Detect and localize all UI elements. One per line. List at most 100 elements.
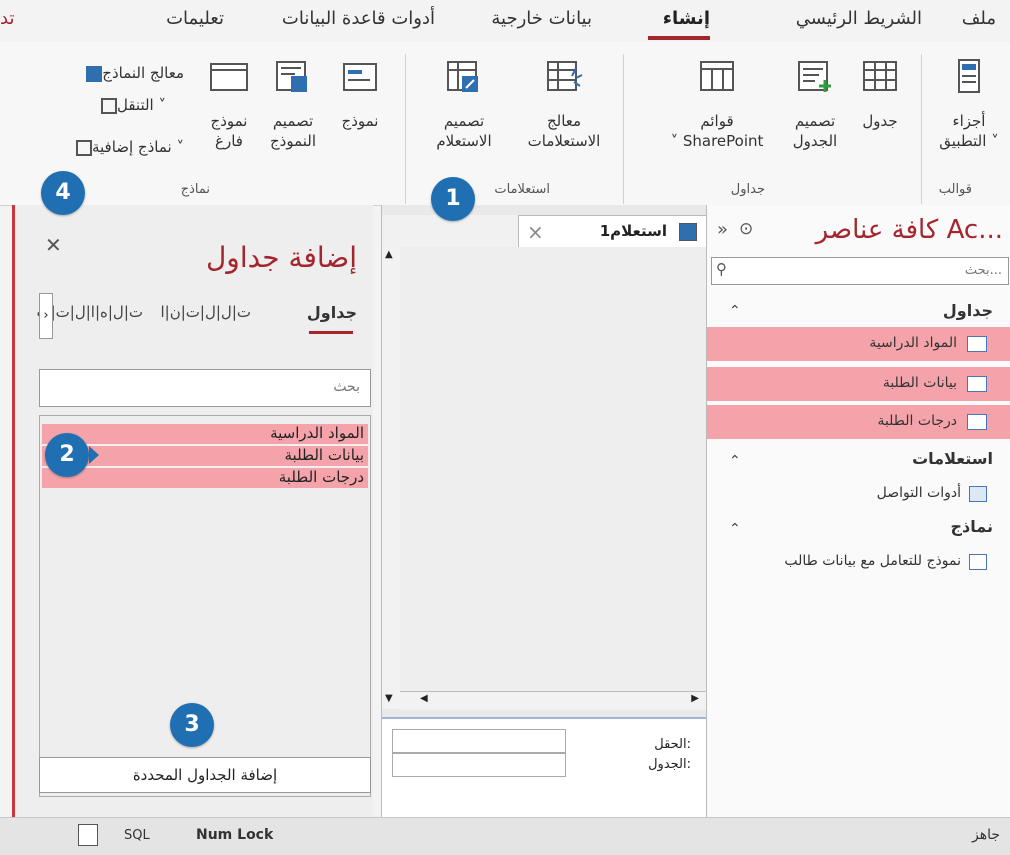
tab-database-tools[interactable]: أدوات قاعدة البيانات <box>282 8 435 29</box>
group-separator <box>405 54 406 204</box>
more-forms-label: نماذج إضافية ˅ <box>91 138 184 156</box>
query-wizard-icon <box>547 61 583 91</box>
form-icon <box>969 554 987 570</box>
collapse-pane-icon[interactable]: » <box>717 219 728 240</box>
tab-create[interactable]: إنشاء <box>663 8 710 29</box>
form-wizard-button[interactable]: معالج النماذج <box>82 64 184 82</box>
tables-section-header[interactable]: جداول <box>943 301 993 320</box>
status-ready: جاهز <box>971 827 1000 843</box>
nav-search-input[interactable]: ⚲ بحث... <box>711 257 1009 285</box>
status-num-lock: Num Lock <box>196 827 274 843</box>
grid-table-cell[interactable] <box>392 753 566 777</box>
query-wizard-label-2: الاستعلامات <box>527 132 601 150</box>
table-row-label: الجدول: <box>648 757 691 772</box>
nav-table-item[interactable]: المواد الدراسية <box>707 327 1010 361</box>
nav-item-label: المواد الدراسية <box>869 335 957 351</box>
status-bar: جاهز Num Lock SQL <box>0 817 1010 855</box>
collapse-forms-icon[interactable]: ⌃ <box>729 521 741 537</box>
search-icon: ⚲ <box>716 260 727 278</box>
query-icon <box>679 223 697 241</box>
form-button[interactable]: نموذج <box>328 56 392 131</box>
tabs-scroll-arrow[interactable]: › <box>39 293 53 339</box>
sharepoint-label-2: ˅ SharePoint <box>670 132 764 150</box>
callout-badge-2: 2 <box>45 433 99 477</box>
list-item[interactable]: المواد الدراسية <box>42 424 368 444</box>
sharepoint-label: قوائم <box>700 112 734 130</box>
table-label: جدول <box>862 112 898 130</box>
list-item[interactable]: درجات الطلبة <box>42 468 368 488</box>
callout-badge-1: 1 <box>431 177 475 221</box>
grid-field-cell[interactable] <box>392 729 566 753</box>
queries-section-header[interactable]: استعلامات <box>912 449 993 468</box>
horizontal-scrollbar[interactable]: ◀ ▶ <box>400 691 707 710</box>
pane-menu-icon[interactable]: ⊙ <box>739 219 753 239</box>
design-view-icon[interactable] <box>78 824 98 846</box>
group-separator <box>623 54 624 204</box>
nav-form-item[interactable]: نموذج للتعامل مع بيانات طالب <box>707 545 997 579</box>
blank-form-label-2: فارغ <box>215 132 243 150</box>
nav-table-item[interactable]: درجات الطلبة <box>707 405 1010 439</box>
tab-help[interactable]: تعليمات <box>166 8 224 29</box>
application-parts-icon <box>958 59 980 93</box>
blank-form-button[interactable]: نموذج فارغ <box>200 56 258 151</box>
form-design-button[interactable]: تصميم النموذج <box>260 56 326 151</box>
tab-file[interactable]: ملف <box>962 8 996 29</box>
tab-tables[interactable]: جداول <box>307 303 357 322</box>
add-selected-tables-button[interactable]: إضافة الجداول المحددة <box>39 757 371 793</box>
tab-tables-underline <box>309 331 353 334</box>
nav-item-label: درجات الطلبة <box>877 413 957 429</box>
query-design-button[interactable]: تصميم الاستعلام <box>418 56 510 151</box>
query-design-icon <box>447 61 478 92</box>
query-canvas[interactable] <box>400 247 707 691</box>
query-wizard-button[interactable]: معالج الاستعلامات <box>514 56 614 151</box>
close-tab-icon[interactable]: × <box>527 220 544 244</box>
query-icon <box>969 486 987 502</box>
tables-search-input[interactable]: بحث <box>39 369 371 407</box>
vertical-scrollbar[interactable]: ▲ ▼ <box>382 247 401 709</box>
forms-section-header[interactable]: نماذج <box>951 517 993 536</box>
menu-bar: ملف الشريط الرئيسي إنشاء بيانات خارجية أ… <box>0 0 1010 42</box>
navigation-button[interactable]: التنقل ˅ <box>97 96 166 114</box>
scroll-left-arrow[interactable]: ◀ <box>420 693 428 704</box>
collapse-queries-icon[interactable]: ⌃ <box>729 453 741 469</box>
scroll-up-arrow[interactable]: ▲ <box>385 249 393 260</box>
table-icon <box>967 336 987 352</box>
more-forms-button[interactable]: نماذج إضافية ˅ <box>72 138 184 156</box>
more-forms-icon <box>75 139 92 156</box>
nav-item-label: أدوات التواصل <box>876 485 961 501</box>
group-separator <box>921 54 922 204</box>
nav-query-item[interactable]: أدوات التواصل <box>707 477 997 511</box>
search-placeholder: بحث <box>333 379 360 395</box>
table-button[interactable]: جدول <box>850 56 910 131</box>
table-icon <box>967 376 987 392</box>
list-item-label: درجات الطلبة <box>278 468 364 486</box>
table-design-label: تصميم <box>794 112 836 130</box>
close-icon[interactable]: ✕ <box>45 233 62 257</box>
table-design-button[interactable]: تصميم الجدول <box>780 56 850 151</box>
document-tabs: × استعلام1 <box>382 215 708 248</box>
nav-table-item[interactable]: بيانات الطلبة <box>707 367 1010 401</box>
active-tab-indicator <box>648 36 710 40</box>
sharepoint-lists-button[interactable]: قوائم ˅ SharePoint <box>656 56 778 151</box>
collapse-tables-icon[interactable]: ⌃ <box>729 303 741 319</box>
tab-home[interactable]: الشريط الرئيسي <box>796 8 922 29</box>
scroll-down-arrow[interactable]: ▼ <box>385 693 393 704</box>
nav-pane-title: كافة عناصر Ac... <box>815 215 1003 245</box>
sharepoint-list-icon <box>700 61 734 91</box>
application-parts-button[interactable]: أجزاء التطبيق ˅ <box>932 56 1006 151</box>
tab-truncated[interactable]: تد <box>0 8 14 29</box>
blank-form-icon <box>210 63 248 91</box>
tab-query1[interactable]: × استعلام1 <box>518 215 708 248</box>
query-wizard-label: معالج <box>546 112 582 130</box>
form-wizard-label: معالج النماذج <box>102 64 184 82</box>
blank-form-label: نموذج <box>210 112 248 130</box>
sql-view-button[interactable]: SQL <box>124 828 150 843</box>
navigation-icon <box>100 97 117 114</box>
table-icon <box>967 414 987 430</box>
tab-external-data[interactable]: بيانات خارجية <box>491 8 592 29</box>
application-parts-label-2: التطبيق ˅ <box>939 132 999 150</box>
scroll-right-arrow[interactable]: ▶ <box>691 693 699 704</box>
query-design-label-2: الاستعلام <box>436 132 492 150</box>
ribbon: أجزاء التطبيق ˅ قوالب جدول تصميم الجدول <box>0 42 1010 206</box>
tab-queries[interactable]: ت|ل|ل|ت|ن|ا <box>161 303 252 321</box>
